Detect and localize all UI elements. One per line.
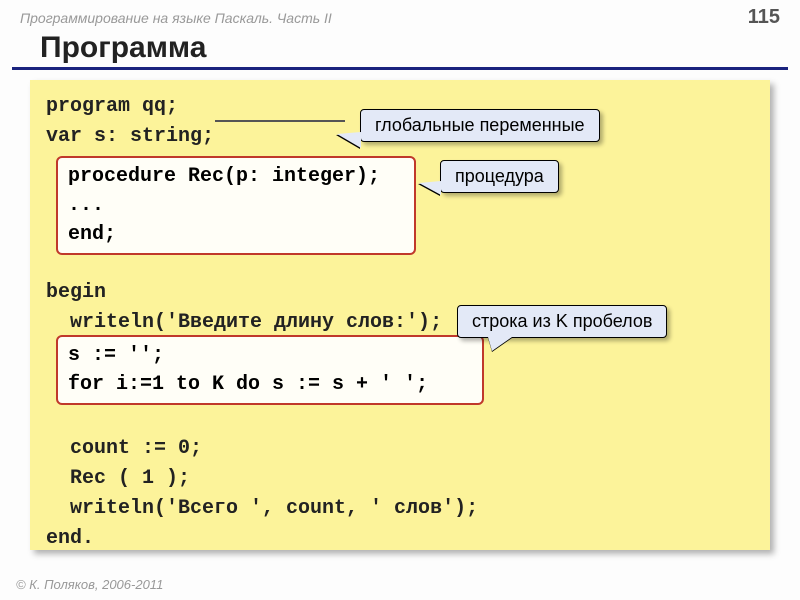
procedure-box: procedure Rec(p: integer); ... end; [56,156,416,255]
slide-header: Программирование на языке Паскаль. Часть… [0,0,800,31]
callout-tail [488,337,512,351]
copyright-footer: © К. Поляков, 2006-2011 [16,577,163,592]
callout-k-spaces: строка из K пробелов [457,305,667,338]
code-line: ... [68,191,404,220]
code-line: end. [46,524,760,554]
course-title: Программирование на языке Паскаль. Часть… [20,10,332,26]
code-line: end; [68,220,404,249]
code-line: s := ''; [68,341,472,370]
code-line: Rec ( 1 ); [46,464,760,494]
callout-text: глобальные переменные [375,115,585,135]
callout-procedure: процедура [440,160,559,193]
code-line: count := 0; [46,434,760,464]
callout-text: строка из K пробелов [472,311,652,331]
callout-tail [419,181,441,195]
callout-global-vars: глобальные переменные [360,109,600,142]
slide-title: Программа [12,31,788,70]
connector-line [215,120,345,122]
callout-tail [337,132,361,148]
code-line: begin [46,278,760,308]
page-number: 115 [748,6,780,29]
code-line: writeln('Всего ', count, ' слов'); [46,494,760,524]
init-string-box: s := ''; for i:=1 to K do s := s + ' '; [56,335,484,405]
code-line: for i:=1 to K do s := s + ' '; [68,370,472,399]
code-line: procedure Rec(p: integer); [68,162,404,191]
callout-text: процедура [455,166,544,186]
